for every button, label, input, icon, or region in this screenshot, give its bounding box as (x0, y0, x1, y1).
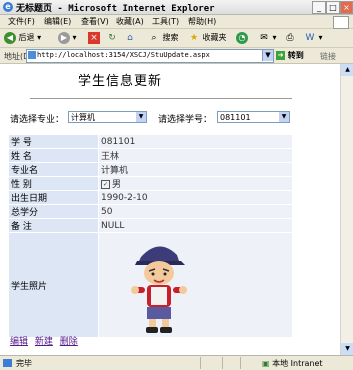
status-divider (200, 357, 201, 369)
student-id-label: 请选择学号： (158, 115, 213, 125)
photo-cell (99, 233, 292, 337)
mail-button[interactable]: ✉ ▾ (258, 31, 276, 45)
toolbar: ◀ 后退 ▾ ▶ ▾ × ↻ ⌂ ⌕ 搜索 ★ 收藏夹 ◔ ✉ ▾ ⎙ W ▾ (0, 29, 353, 48)
intranet-icon: ▣ (262, 359, 270, 368)
major-select[interactable]: 计算机 ▼ (68, 111, 147, 123)
field-value: NULL (99, 219, 292, 232)
menu-bar: 文件(F) 编辑(E) 查看(V) 收藏(A) 工具(T) 帮助(H) (0, 15, 353, 29)
field-value: 081101 (99, 135, 292, 148)
new-link[interactable]: 新建 (35, 337, 53, 347)
status-divider (222, 357, 223, 369)
window-title: 无标题页 - Microsoft Internet Explorer (16, 4, 215, 14)
print-button[interactable]: ⎙ (284, 31, 296, 45)
table-row: 总学分 50 (9, 205, 292, 218)
field-label: 姓 名 (9, 149, 98, 162)
mail-icon: ✉ (260, 32, 268, 43)
search-button[interactable]: ⌕ 搜索 (148, 31, 178, 45)
back-arrow-icon: ◀ (4, 31, 16, 44)
field-label: 专业名 (9, 163, 98, 176)
close-button[interactable]: × (340, 1, 353, 14)
field-label: 出生日期 (9, 191, 98, 204)
back-button[interactable]: ◀ 后退 ▾ (4, 31, 41, 45)
field-value: 50 (99, 205, 292, 218)
major-select-value: 计算机 (71, 113, 95, 122)
vertical-scrollbar[interactable]: ▲ ▼ (340, 64, 353, 355)
menu-tools[interactable]: 工具(T) (152, 16, 179, 27)
field-value: 王林 (99, 149, 292, 162)
page-content: 学生信息更新 请选择专业： 计算机 ▼ 请选择学号： 081101 ▼ 学 号 … (0, 64, 340, 355)
edit-link[interactable]: 编辑 (10, 337, 28, 347)
refresh-button[interactable]: ↻ (106, 31, 118, 45)
menu-favorites[interactable]: 收藏(A) (116, 16, 144, 27)
forward-button[interactable]: ▶ ▾ (58, 31, 77, 45)
links-label[interactable]: 链接 (320, 51, 336, 62)
go-arrow-icon: ➜ (276, 51, 285, 60)
word-icon: W (305, 32, 315, 43)
page-title: 学生信息更新 (78, 74, 163, 89)
address-url[interactable]: http://localhost:3154/XSCJ/StuUpdate.asp… (37, 51, 210, 59)
scroll-up-icon[interactable]: ▲ (341, 64, 353, 76)
search-icon: ⌕ (151, 32, 157, 43)
delete-link[interactable]: 删除 (60, 337, 78, 347)
go-button[interactable]: ➜ 转到 (276, 50, 304, 61)
status-bar: 完毕 ▣ 本地 Intranet (0, 355, 353, 370)
field-label: 总学分 (9, 205, 98, 218)
edit-page-button[interactable]: W ▾ (304, 31, 323, 45)
menu-help[interactable]: 帮助(H) (188, 16, 216, 27)
maximize-button[interactable]: □ (326, 1, 340, 14)
table-row: 学生照片 (9, 233, 292, 337)
menu-edit[interactable]: 编辑(E) (44, 16, 71, 27)
window-titlebar: e 无标题页 - Microsoft Internet Explorer _ □… (0, 0, 353, 15)
table-row: 性 别 ✓ 男 (9, 177, 292, 190)
chevron-down-icon: ▼ (279, 112, 289, 122)
history-button[interactable]: ◔ (236, 31, 248, 45)
table-row: 学 号 081101 (9, 135, 292, 148)
action-links: 编辑 新建 删除 (10, 334, 82, 347)
forward-arrow-icon: ▶ (58, 31, 70, 44)
windows-flag-icon (333, 16, 349, 29)
student-id-select-value: 081101 (220, 113, 251, 122)
table-row: 备 注 NULL (9, 219, 292, 232)
photo-label: 学生照片 (9, 233, 98, 337)
address-bar: 地址(D) http://localhost:3154/XSCJ/StuUpda… (0, 48, 353, 64)
menu-file[interactable]: 文件(F) (8, 16, 35, 27)
menu-view[interactable]: 查看(V) (81, 16, 109, 27)
table-row: 专业名 计算机 (9, 163, 292, 176)
history-icon: ◔ (236, 31, 248, 44)
student-photo (131, 246, 187, 333)
page-done-icon (3, 359, 12, 367)
stop-button[interactable]: × (88, 31, 100, 45)
field-value: ✓ 男 (99, 177, 292, 190)
refresh-icon: ↻ (108, 32, 116, 43)
star-icon: ★ (189, 32, 199, 43)
stop-icon: × (88, 31, 100, 44)
field-label: 性 别 (9, 177, 98, 190)
table-row: 姓 名 王林 (9, 149, 292, 162)
table-row: 出生日期 1990-2-10 (9, 191, 292, 204)
home-button[interactable]: ⌂ (124, 31, 136, 45)
field-value: 1990-2-10 (99, 191, 292, 204)
scroll-down-icon[interactable]: ▼ (341, 343, 353, 355)
major-label: 请选择专业： (10, 115, 65, 125)
student-details: 学 号 081101 姓 名 王林 专业名 计算机 性 别 ✓ 男 出生日期 19… (8, 134, 293, 338)
address-dropdown-button[interactable]: ▼ (262, 50, 273, 61)
page-icon (28, 51, 36, 59)
home-icon: ⌂ (127, 32, 133, 43)
favorites-button[interactable]: ★ 收藏夹 (188, 31, 227, 45)
field-label: 学 号 (9, 135, 98, 148)
print-icon: ⎙ (286, 32, 294, 43)
field-value: 计算机 (99, 163, 292, 176)
gender-value: 男 (112, 180, 122, 190)
status-divider (240, 357, 241, 369)
field-label: 备 注 (9, 219, 98, 232)
student-id-select[interactable]: 081101 ▼ (217, 111, 290, 123)
divider (30, 98, 292, 99)
security-zone: ▣ 本地 Intranet (262, 359, 323, 368)
ie-icon: e (3, 2, 13, 12)
minimize-button[interactable]: _ (312, 1, 326, 14)
status-text: 完毕 (16, 359, 32, 368)
chevron-down-icon: ▼ (136, 112, 146, 122)
gender-checkbox[interactable]: ✓ (101, 180, 110, 189)
